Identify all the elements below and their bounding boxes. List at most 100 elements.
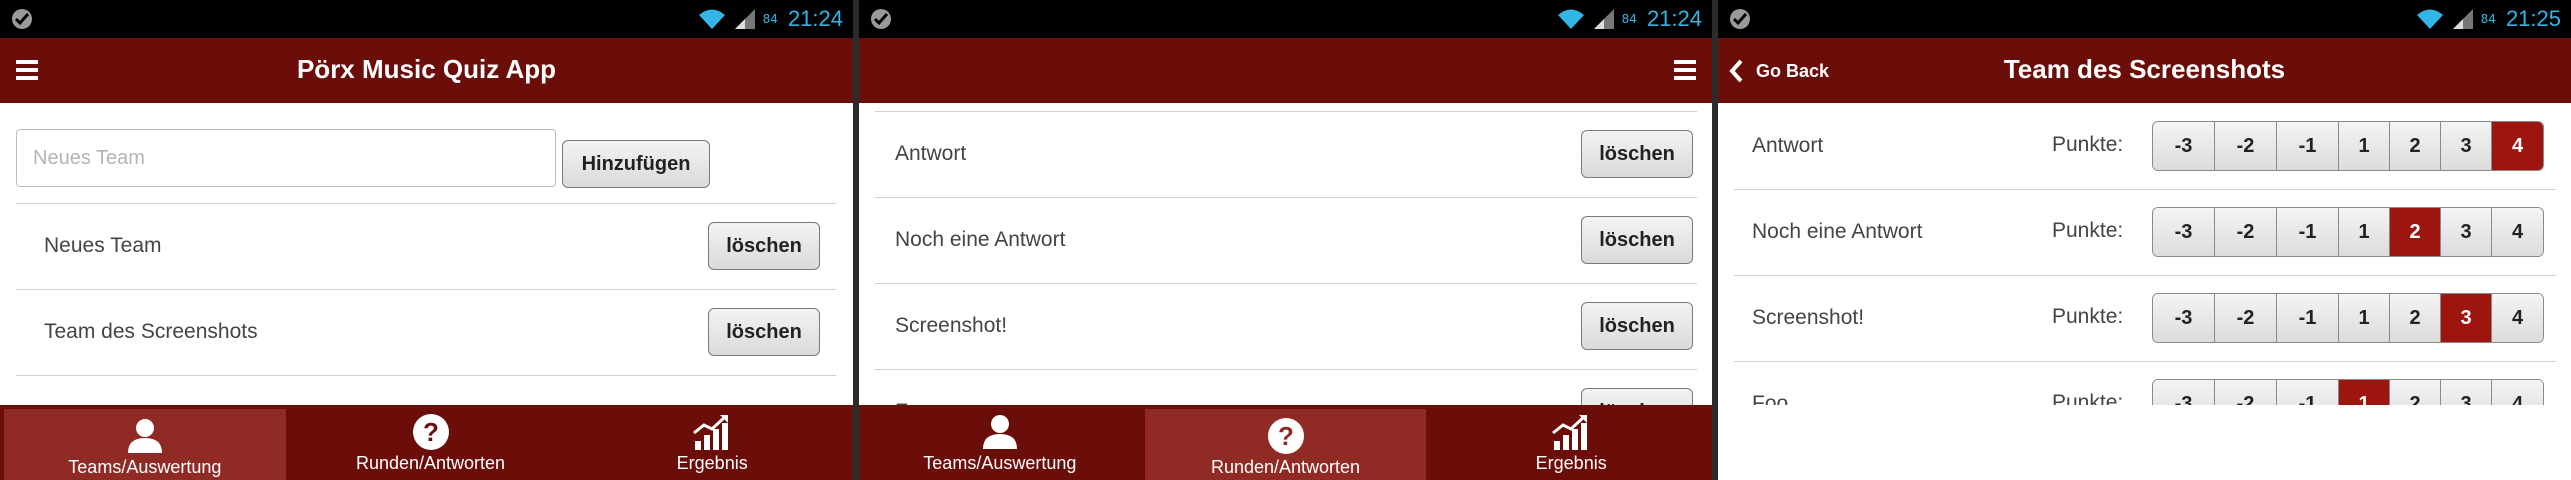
- page-title: Pörx Music Quiz App: [296, 54, 557, 84]
- points-selector: -3 -2 -1 1 2 3 4: [2152, 121, 2544, 171]
- tab-label: Teams/Auswertung: [923, 453, 1077, 473]
- answer-text: Noch eine Antwort: [1752, 220, 1923, 243]
- points-option-button[interactable]: 3: [2441, 208, 2492, 256]
- points-option-button[interactable]: -3: [2153, 122, 2215, 170]
- points-option-button[interactable]: 2: [2390, 122, 2441, 170]
- battery-level: 84: [2480, 12, 2496, 26]
- delete-answer-button[interactable]: löschen: [1581, 216, 1693, 264]
- answer-text: Antwort: [1752, 134, 1824, 157]
- team-name: Neues Team: [44, 234, 162, 257]
- delete-answer-button[interactable]: löschen: [1581, 388, 1693, 405]
- status-bar: 84 21:25: [1718, 0, 2571, 38]
- app-header: Go Back Team des Screenshots: [1718, 38, 2571, 103]
- answer-points-row: Antwort Punkte: -3 -2 -1 1 2 3 4: [1734, 103, 2556, 189]
- points-option-button[interactable]: 4: [2492, 294, 2543, 342]
- points-option-button[interactable]: -1: [2277, 122, 2339, 170]
- points-option-button[interactable]: 2: [2390, 380, 2441, 405]
- points-label: Punkte:: [2052, 391, 2124, 405]
- app-header: [859, 38, 1712, 103]
- team-row: Team des Screenshots löschen: [16, 289, 836, 375]
- new-team-input[interactable]: [16, 129, 556, 187]
- tab-teams[interactable]: Teams/Auswertung: [4, 409, 286, 480]
- svg-text:?: ?: [423, 417, 439, 447]
- points-option-button[interactable]: 4: [2492, 380, 2543, 405]
- answer-text: Noch eine Antwort: [895, 228, 1066, 251]
- points-option-button[interactable]: 2: [2390, 208, 2441, 256]
- notification-check-icon: [871, 9, 891, 29]
- points-option-button[interactable]: 3: [2441, 380, 2492, 405]
- answer-text: Screenshot!: [895, 314, 1008, 337]
- tab-label: Runden/Antworten: [355, 453, 506, 473]
- status-bar: 84 21:24: [0, 0, 853, 38]
- signal-icon: [734, 9, 755, 29]
- divider: [16, 375, 836, 376]
- page-title: Team des Screenshots: [2003, 54, 2286, 84]
- points-option-button[interactable]: -1: [2277, 208, 2339, 256]
- tab-results[interactable]: Ergebnis: [1430, 405, 1712, 480]
- screen-answers: 84 21:24 Antwort löschen Noch eine Antwo…: [859, 0, 1712, 480]
- points-label: Punkte:: [2052, 133, 2124, 156]
- answer-text: Antwort: [895, 142, 967, 165]
- points-option-button[interactable]: 3: [2441, 122, 2492, 170]
- points-option-button[interactable]: -2: [2215, 122, 2277, 170]
- status-bar: 84 21:24: [859, 0, 1712, 38]
- tab-rounds[interactable]: ? Runden/Antworten: [290, 405, 572, 480]
- wifi-icon: [1557, 9, 1584, 29]
- points-option-button[interactable]: -2: [2215, 294, 2277, 342]
- hamburger-menu-icon[interactable]: [1674, 60, 1696, 80]
- points-option-button[interactable]: 1: [2339, 208, 2390, 256]
- delete-answer-button[interactable]: löschen: [1581, 302, 1693, 350]
- tab-label: Teams/Auswertung: [68, 457, 222, 477]
- tab-results[interactable]: Ergebnis: [571, 405, 853, 480]
- points-option-button[interactable]: 4: [2492, 122, 2543, 170]
- delete-answer-button[interactable]: löschen: [1581, 130, 1693, 178]
- tab-label: Runden/Antworten: [1210, 457, 1361, 477]
- points-option-button[interactable]: 1: [2339, 122, 2390, 170]
- signal-icon: [2452, 9, 2473, 29]
- notification-check-icon: [12, 9, 32, 29]
- app-header: Pörx Music Quiz App: [0, 38, 853, 103]
- answer-row: Screenshot! löschen: [875, 283, 1697, 369]
- add-team-button[interactable]: Hinzufügen: [562, 140, 710, 188]
- battery-level: 84: [1621, 12, 1637, 26]
- team-row: Neues Team löschen: [16, 203, 836, 289]
- person-icon: [127, 419, 162, 453]
- delete-team-button[interactable]: löschen: [708, 222, 820, 270]
- points-option-button[interactable]: 1: [2339, 294, 2390, 342]
- points-option-button[interactable]: -1: [2277, 380, 2339, 405]
- tab-rounds[interactable]: ? Runden/Antworten: [1144, 409, 1427, 480]
- points-option-button[interactable]: -3: [2153, 208, 2215, 256]
- clock: 21:24: [1646, 6, 1702, 31]
- points-option-button[interactable]: -3: [2153, 380, 2215, 405]
- answer-row: Antwort löschen: [875, 111, 1697, 197]
- svg-text:?: ?: [1278, 421, 1294, 451]
- points-option-button[interactable]: 4: [2492, 208, 2543, 256]
- points-option-button[interactable]: 2: [2390, 294, 2441, 342]
- points-option-button[interactable]: -2: [2215, 208, 2277, 256]
- answer-text: Foo: [1752, 392, 1789, 405]
- teams-content: Hinzufügen Neues Team löschen Team des S…: [0, 103, 853, 405]
- screen-teams: 84 21:24 Pörx Music Quiz App Hinzufügen …: [0, 0, 853, 480]
- points-option-button[interactable]: 3: [2441, 294, 2492, 342]
- points-selector: -3 -2 -1 1 2 3 4: [2152, 379, 2544, 405]
- answer-text: Foo: [895, 369, 931, 405]
- trend-chart-icon: [1552, 414, 1588, 450]
- status-bar-right: 84 21:24: [697, 4, 843, 34]
- points-option-button[interactable]: -3: [2153, 294, 2215, 342]
- answers-content: Antwort löschen Noch eine Antwort lösche…: [859, 103, 1712, 405]
- points-option-button[interactable]: -1: [2277, 294, 2339, 342]
- signal-icon: [1593, 9, 1614, 29]
- answer-text: Screenshot!: [1752, 306, 1865, 329]
- team-points-content: Antwort Punkte: -3 -2 -1 1 2 3 4 Noch eine Antwor…: [1718, 103, 2571, 405]
- answer-points-row: Noch eine Antwort Punkte: -3 -2 -1 1 2 3 4: [1734, 189, 2556, 275]
- tab-teams[interactable]: Teams/Auswertung: [859, 405, 1141, 480]
- answer-row: Noch eine Antwort löschen: [875, 197, 1697, 283]
- points-option-button[interactable]: 1: [2339, 380, 2390, 405]
- answer-row: Foo löschen: [875, 369, 1697, 405]
- screen-team-detail: 84 21:25 Go Back Team des Screenshots An…: [1718, 0, 2571, 480]
- status-bar-right: 84 21:25: [2415, 4, 2561, 34]
- battery-level: 84: [762, 12, 778, 26]
- delete-team-button[interactable]: löschen: [708, 308, 820, 356]
- points-option-button[interactable]: -2: [2215, 380, 2277, 405]
- person-icon: [982, 415, 1017, 449]
